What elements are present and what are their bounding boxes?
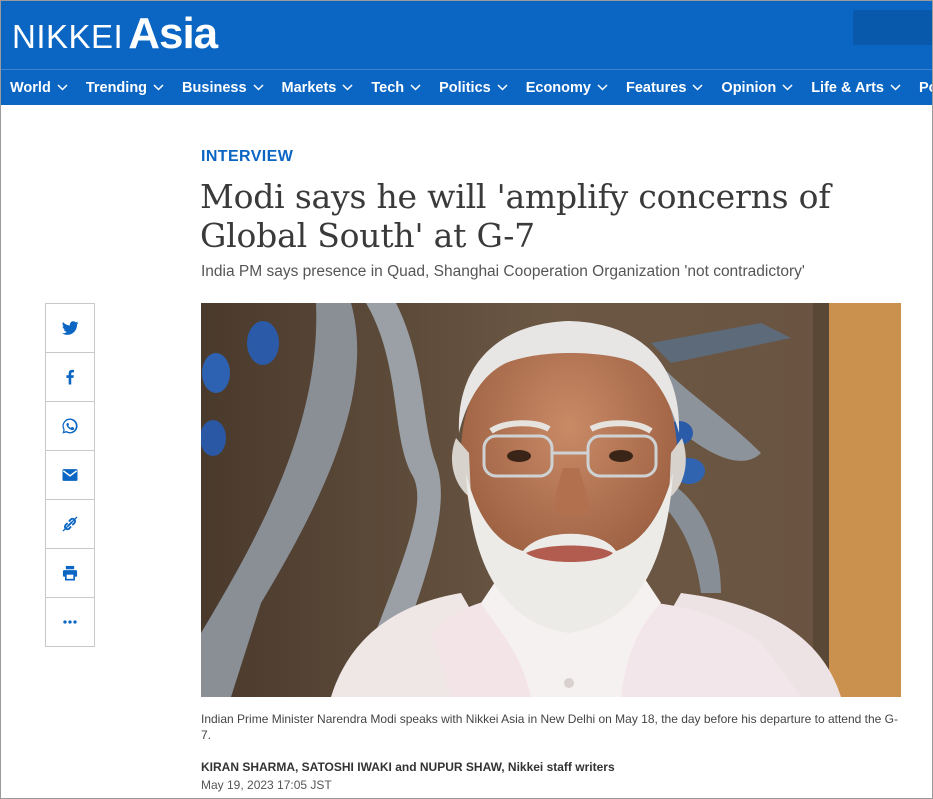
logo-asia-text: Asia [128, 9, 218, 58]
header-action-button[interactable] [853, 10, 932, 45]
article-content: INTERVIEW Modi says he will 'amplify con… [1, 105, 932, 798]
nikkei-asia-logo[interactable]: NIKKEI Asia [12, 9, 218, 59]
article-subtitle: India PM says presence in Quad, Shanghai… [201, 263, 805, 280]
nav-item-label: Life & Arts [811, 79, 884, 96]
chevron-down-icon [57, 84, 68, 91]
photo-caption: Indian Prime Minister Narendra Modi spea… [201, 712, 899, 742]
chevron-down-icon [890, 84, 901, 91]
email-icon [62, 469, 78, 481]
nav-item-business[interactable]: Business [173, 70, 272, 105]
nav-item-features[interactable]: Features [617, 70, 712, 105]
nav-item-label: Trending [85, 79, 148, 96]
print-button[interactable] [46, 549, 94, 598]
link-icon [62, 516, 78, 532]
nav-item-label: Opinion [721, 79, 777, 96]
chevron-down-icon [497, 84, 508, 91]
chevron-down-icon [782, 84, 793, 91]
whatsapp-icon [62, 418, 78, 434]
chevron-down-icon [410, 84, 421, 91]
article-photo [201, 303, 901, 697]
chevron-down-icon [597, 84, 608, 91]
share-toolbar [45, 303, 95, 647]
twitter-icon [61, 321, 79, 335]
email-share-button[interactable] [46, 451, 94, 500]
article-title: Modi says he will 'amplify concerns of G… [200, 177, 831, 255]
nav-item-podcast[interactable]: Podcast [910, 70, 932, 105]
nav-item-politics[interactable]: Politics [430, 70, 517, 105]
modi-portrait-image [201, 303, 901, 697]
nav-item-world[interactable]: World [1, 70, 77, 105]
nav-item-label: Markets [281, 79, 337, 96]
article-kicker[interactable]: INTERVIEW [201, 148, 293, 166]
more-share-button[interactable] [46, 598, 94, 646]
nav-item-label: Politics [439, 79, 491, 96]
nav-item-tech[interactable]: Tech [362, 70, 430, 105]
whatsapp-share-button[interactable] [46, 402, 94, 451]
nav-item-opinion[interactable]: Opinion [712, 70, 802, 105]
print-icon [62, 565, 78, 581]
nav-item-economy[interactable]: Economy [517, 70, 617, 105]
nav-item-label: Podcast [918, 79, 932, 96]
more-icon [63, 620, 77, 624]
twitter-share-button[interactable] [46, 304, 94, 353]
nav-item-label: Features [625, 79, 687, 96]
nav-item-label: Tech [371, 79, 405, 96]
browser-viewport: NIKKEI Asia World Trending Business Markets T… [0, 0, 933, 799]
copy-link-button[interactable] [46, 500, 94, 549]
publish-date: May 19, 2023 17:05 JST [201, 778, 332, 792]
site-header: NIKKEI Asia World Trending Business Markets T… [1, 1, 932, 105]
chevron-down-icon [692, 84, 703, 91]
nav-item-label: Economy [525, 79, 591, 96]
main-nav: World Trending Business Markets Tech Politics… [1, 70, 932, 105]
chevron-down-icon [253, 84, 264, 91]
chevron-down-icon [153, 84, 164, 91]
nav-item-label: World [10, 79, 51, 96]
nav-item-markets[interactable]: Markets [273, 70, 363, 105]
facebook-icon [66, 369, 74, 385]
nav-item-trending[interactable]: Trending [77, 70, 173, 105]
nav-item-life-arts[interactable]: Life & Arts [802, 70, 910, 105]
article-byline[interactable]: KIRAN SHARMA, SATOSHI IWAKI and NUPUR SH… [201, 760, 615, 774]
nav-item-label: Business [182, 79, 247, 96]
facebook-share-button[interactable] [46, 353, 94, 402]
logo-nikkei-text: NIKKEI [12, 18, 124, 55]
chevron-down-icon [342, 84, 353, 91]
